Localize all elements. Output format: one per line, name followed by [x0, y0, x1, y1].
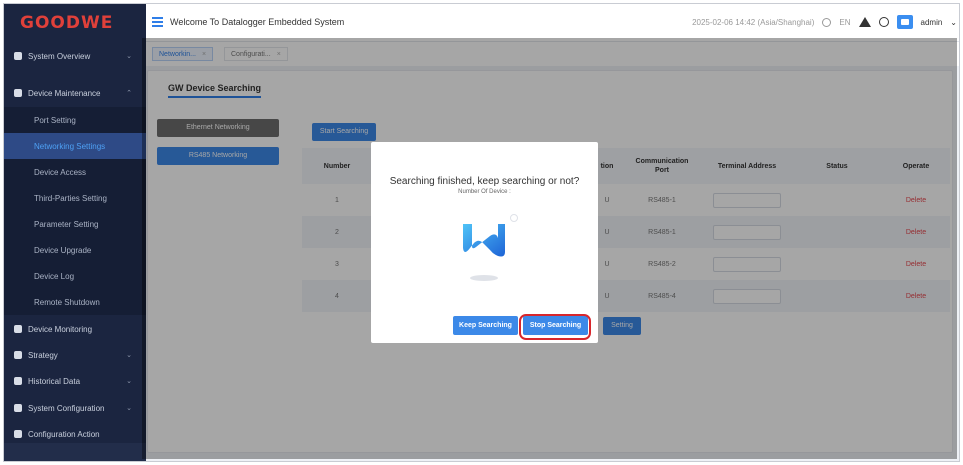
- language-selector[interactable]: EN: [839, 18, 850, 27]
- chevron-down-icon: ⌄: [126, 378, 132, 385]
- chart-icon: [14, 377, 22, 385]
- goodwe-w-icon: [463, 224, 505, 257]
- sidebar-subitem-remote-shutdown[interactable]: Remote Shutdown: [4, 289, 146, 315]
- sidebar-item-system-configuration[interactable]: System Configuration ⌄: [4, 395, 146, 421]
- device-count-label: Number Of Device :: [458, 189, 511, 195]
- strategy-icon: [14, 351, 22, 359]
- sidebar-item-system-overview[interactable]: System Overview ⌄: [4, 43, 146, 69]
- sidebar-item-label: Configuration Action: [28, 429, 100, 439]
- highlight-annotation: [519, 314, 591, 340]
- sidebar-item-device-maintenance[interactable]: Device Maintenance ⌃: [4, 80, 146, 106]
- sidebar-subitem-device-upgrade[interactable]: Device Upgrade: [4, 237, 146, 263]
- top-right-controls: 2025-02-06 14:42 (Asia/Shanghai) EN admi…: [692, 15, 957, 29]
- sparkle-icon: [510, 214, 518, 222]
- sidebar-item-historical-data[interactable]: Historical Data ⌄: [4, 368, 146, 394]
- dialog-title: Searching finished, keep searching or no…: [389, 176, 580, 187]
- alert-icon[interactable]: [858, 17, 871, 27]
- keep-searching-button[interactable]: Keep Searching: [453, 316, 518, 335]
- sidebar-subitem-device-log[interactable]: Device Log: [4, 263, 146, 289]
- sidebar-subitem-port-setting[interactable]: Port Setting: [4, 107, 146, 133]
- chevron-down-icon[interactable]: ⌄: [950, 18, 957, 27]
- sidebar-item-label: Device Monitoring: [28, 324, 93, 334]
- sidebar-item-strategy[interactable]: Strategy ⌄: [4, 342, 146, 368]
- brand-logo: GOODWE: [20, 13, 114, 33]
- top-bar: Welcome To Datalogger Embedded System 20…: [146, 4, 959, 42]
- avatar[interactable]: [896, 15, 913, 29]
- dashboard-icon: [14, 52, 22, 60]
- gear-icon: [14, 404, 22, 412]
- power-icon[interactable]: [878, 17, 889, 27]
- monitor-icon: [14, 325, 22, 333]
- sidebar-item-label: System Configuration: [28, 403, 105, 413]
- chevron-down-icon: ⌄: [126, 53, 132, 60]
- chevron-down-icon: ⌄: [126, 405, 132, 412]
- sidebar-subitem-parameter-setting[interactable]: Parameter Setting: [4, 211, 146, 237]
- sidebar-subitem-third-parties-setting[interactable]: Third-Parties Setting: [4, 185, 146, 211]
- shield-icon: [14, 89, 22, 97]
- search-result-dialog: Searching finished, keep searching or no…: [371, 142, 598, 343]
- sidebar-item-label: Strategy: [28, 350, 58, 360]
- sidebar: GOODWE System Overview ⌄ Device Maintena…: [4, 4, 146, 461]
- app-title: Welcome To Datalogger Embedded System: [170, 17, 345, 27]
- sidebar-footer: [4, 443, 146, 461]
- user-menu[interactable]: admin: [921, 18, 943, 27]
- sidebar-item-label: Historical Data: [28, 376, 81, 386]
- logo-shadow: [470, 275, 498, 281]
- menu-icon[interactable]: [152, 17, 163, 27]
- sidebar-item-label: Device Maintenance: [28, 88, 101, 98]
- sidebar-item-device-monitoring[interactable]: Device Monitoring: [4, 316, 146, 342]
- config-icon: [14, 430, 22, 438]
- sidebar-subitem-device-access[interactable]: Device Access: [4, 159, 146, 185]
- sidebar-item-label: System Overview: [28, 51, 91, 61]
- sidebar-subitem-networking-settings[interactable]: Networking Settings: [4, 133, 146, 159]
- globe-icon[interactable]: [822, 17, 832, 27]
- chevron-down-icon: ⌄: [126, 352, 132, 359]
- chevron-up-icon: ⌃: [126, 90, 132, 97]
- datetime: 2025-02-06 14:42 (Asia/Shanghai): [692, 17, 815, 27]
